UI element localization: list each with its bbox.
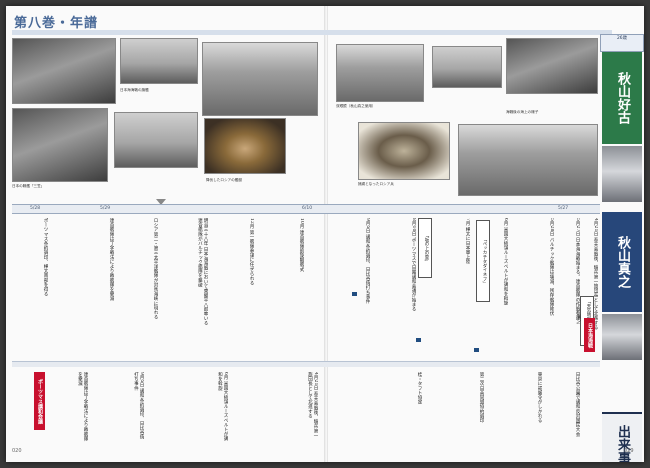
timeline-bar: 5/28 5/29 6/10 5/27 xyxy=(12,204,600,214)
timeline-marker xyxy=(474,348,479,352)
timeline-date: 5/29 xyxy=(100,206,111,211)
timeline-date: 6/10 xyxy=(302,206,313,211)
section-divider xyxy=(12,361,600,367)
volume-title: 第八巻・年譜 xyxy=(14,16,99,31)
caption-5: 捕虜となったロシア兵 xyxy=(358,182,394,186)
text-column: 9月5日 講和条約調印、日比谷焼打ち事件 xyxy=(365,218,370,304)
text-column: ロシア第二・第三太平洋艦隊が対馬海峡に現れる xyxy=(153,218,158,320)
person-label-saneyuki: 秋山真之 xyxy=(602,212,642,312)
text-column: 明治三十八年 日本海海戦において東郷平八郎率いる連合艦隊がバルチック艦隊を撃破 xyxy=(197,218,208,326)
book-spread: 第八巻・年譜 日本の戦艦「三笠」 日本海海戦の旗艦 降伏したロシアの艦艇 双眼鏡… xyxy=(6,6,644,462)
event-column: 日比谷公園で講和反対国民大会 xyxy=(575,372,580,437)
text-column: ポーツマス条約調印、樺太南部を得る xyxy=(43,218,48,297)
event-tag-portsmouth: ポーツマス講和会議 xyxy=(34,372,45,430)
text-column: 8月10日 ポーツマスで日露講和会議が始まる xyxy=(411,218,416,312)
event-column: 6月 米国大統領ルーズベルトが講和を斡旋 xyxy=(217,372,228,441)
age-tab: 26歳 xyxy=(600,34,644,52)
quote-box: 「ペッカチタダイネフ」 xyxy=(476,220,490,302)
timeline-marker xyxy=(416,338,421,342)
event-column: 4月21日 奉天会戦後、騎兵第一旅団長として北進する xyxy=(307,372,318,438)
photo-binoculars xyxy=(358,122,450,180)
page-gutter xyxy=(324,6,328,462)
portrait-saneyuki xyxy=(602,314,642,360)
text-column: 7月 樺太に日本軍上陸 xyxy=(465,218,470,264)
section-label-events: 出来事 xyxy=(602,412,642,462)
photo-officers xyxy=(12,108,108,182)
timeline-date: 5/27 xyxy=(558,206,569,211)
quote-box: 「坂の上の雲」 xyxy=(418,218,432,278)
event-column: 東京に戒厳令がしかれる xyxy=(537,372,542,423)
age-tab-line1: 26歳 xyxy=(617,36,627,41)
text-column: 5月27日 日本海海戦始まる。連合艦隊の作戦参謀 xyxy=(575,218,580,321)
event-column: 9月5日 講和条約調印、日比谷焼打ち事件 xyxy=(133,372,144,440)
photo-ship-bow xyxy=(114,112,198,168)
page-number-left: 020 xyxy=(12,448,22,454)
photo-mast xyxy=(202,42,318,116)
timeline-marker xyxy=(352,292,357,296)
text-column: 10月 連合艦隊凱旋観艦式 xyxy=(299,218,304,272)
photo-cruiser xyxy=(432,46,502,88)
caption-2: 日本海海戦の旗艦 xyxy=(120,88,149,92)
event-column: 桂・タフト協定 xyxy=(417,372,422,405)
text-column: 連合艦隊は丁字戦法により敵艦隊を撃滅 xyxy=(109,218,114,301)
page-number-right: 029 xyxy=(624,448,634,454)
photo-sea-battle xyxy=(458,124,598,196)
person-label-yoshifuru: 秋山好古 xyxy=(602,52,642,144)
caption-6: 海戦後の海上の様子 xyxy=(506,110,539,114)
text-column: 12月 第一艦隊参謀に任ぜられる xyxy=(249,218,254,286)
event-tag-nihonkai: 日本海海戦 xyxy=(584,318,595,352)
header-band xyxy=(12,30,612,35)
text-column: 5月28日 バルチック艦隊は壊滅、残存艦隊降伏 xyxy=(549,218,554,316)
photo-artifact xyxy=(204,118,286,174)
timeline-date: 5/28 xyxy=(30,206,41,211)
caption-1: 日本の戦艦「三笠」 xyxy=(12,184,45,188)
event-column: 第二次日英同盟協約調印 xyxy=(479,372,484,423)
photo-harbor xyxy=(336,44,424,102)
event-column: 連合艦隊は丁字戦法により敵艦隊を撃滅 xyxy=(77,372,88,441)
caption-3: 降伏したロシアの艦艇 xyxy=(206,178,242,182)
text-column: 6月 米国大統領ルーズベルトが講和を斡旋 xyxy=(503,218,508,306)
photo-fleet xyxy=(120,38,198,84)
photo-warship xyxy=(506,38,598,94)
photo-battleship xyxy=(12,38,116,104)
caption-4: 双眼鏡（秋山真之使用） xyxy=(336,104,376,108)
portrait-yoshifuru xyxy=(602,146,642,202)
